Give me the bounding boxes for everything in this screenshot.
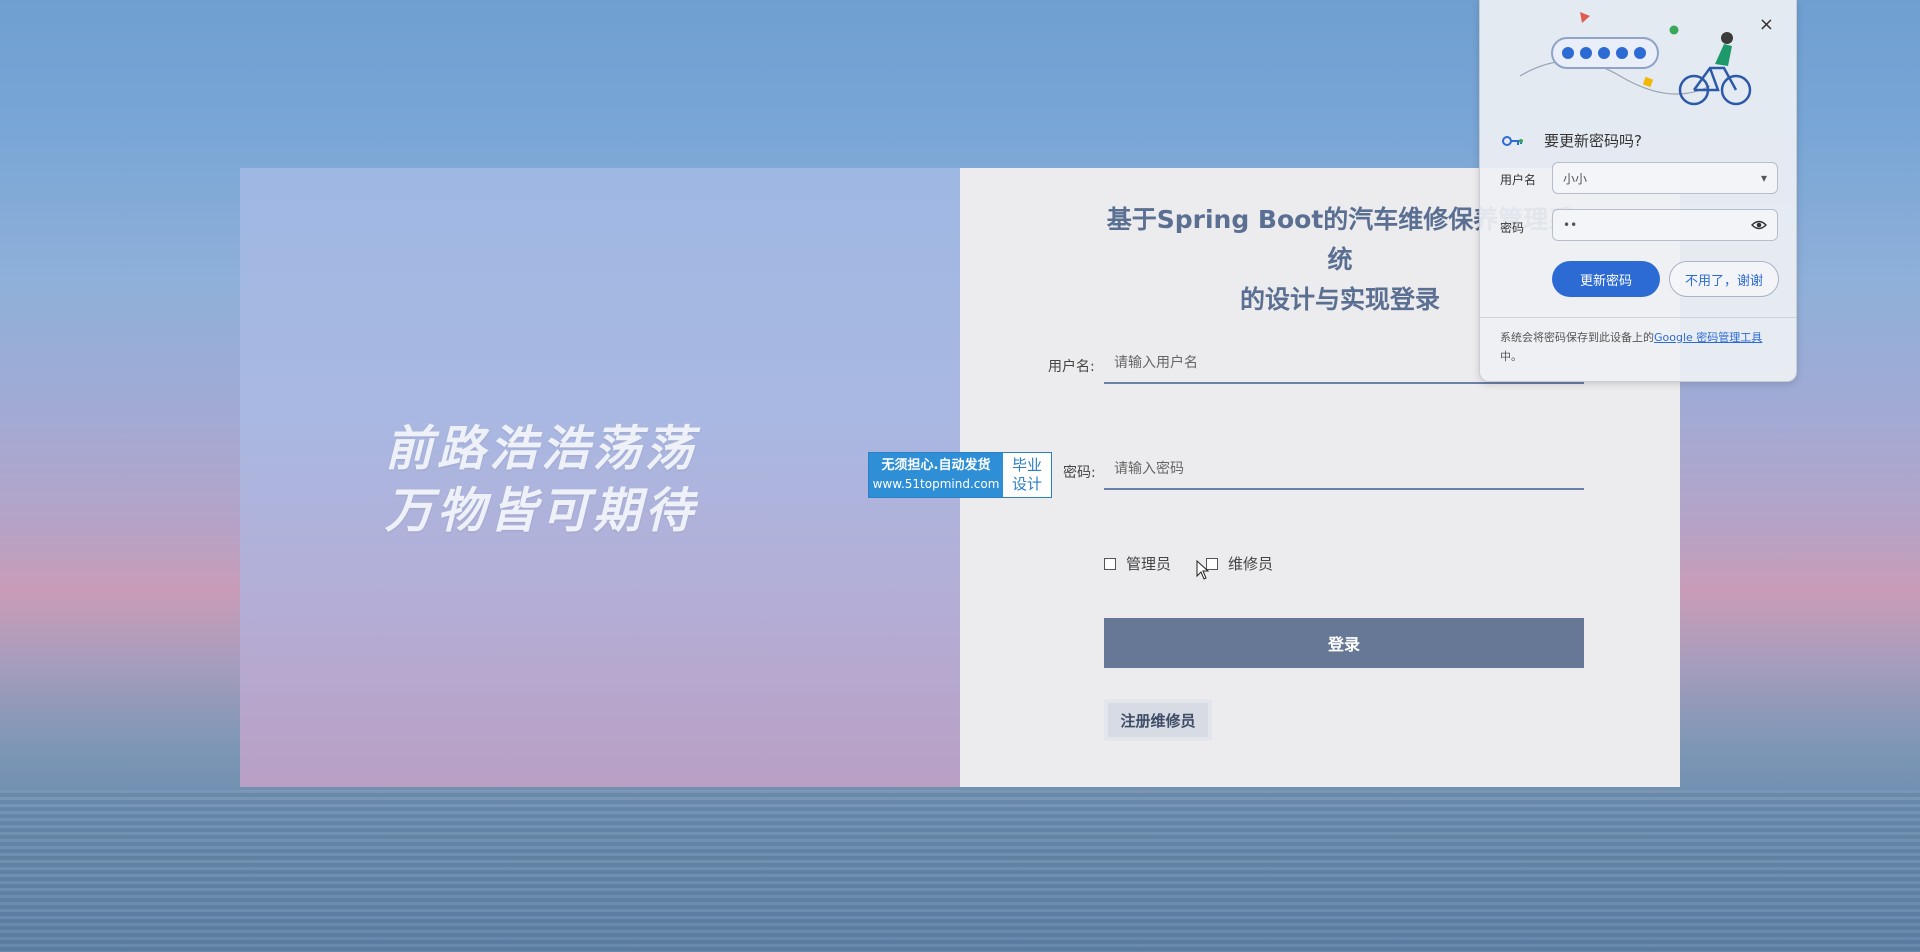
role-repairman-checkbox[interactable]: 维修员 (1206, 553, 1273, 574)
password-illustration-icon (1519, 12, 1752, 106)
slogan-text: 前路浩浩荡荡 万物皆可期待 (385, 418, 697, 542)
badge-right: 毕业 设计 (1003, 453, 1051, 497)
chevron-down-icon: ▾ (1760, 171, 1767, 185)
username-label: 用户名: (1048, 359, 1095, 375)
badge-left: 无须担心.自动发货 www.51topmind.com (869, 453, 1003, 497)
role-admin-label: 管理员 (1126, 555, 1172, 573)
popup-password-value: •• (1563, 218, 1578, 232)
badge-url: www.51topmind.com (872, 477, 1000, 491)
sea-background (0, 790, 1920, 952)
role-admin-checkbox[interactable]: 管理员 (1104, 553, 1171, 574)
popup-username-select[interactable]: 小小 ▾ (1552, 162, 1778, 194)
popup-footer: 系统会将密码保存到此设备上的Google 密码管理工具中。 (1500, 328, 1780, 366)
popup-footer-text: 系统会将密码保存到此设备上的 (1500, 331, 1654, 344)
login-button[interactable]: 登录 (1104, 618, 1584, 668)
badge-right-line-1: 毕业 (1011, 456, 1042, 474)
popup-heading-text: 要更新密码吗? (1544, 132, 1642, 150)
slogan-panel: 前路浩浩荡荡 万物皆可期待 (240, 168, 960, 787)
slogan-line-2: 万物皆可期待 (385, 483, 698, 539)
password-update-popup: × 要更新密码吗? 用户名 小小 ▾ 密码 •• 更新密码 不用了，谢谢 系统会… (1479, 0, 1797, 382)
password-label: 密码: (1063, 465, 1096, 481)
popup-heading: 要更新密码吗? (1502, 130, 1642, 151)
badge-slogan: 无须担心.自动发货 (881, 458, 991, 473)
close-icon[interactable]: × (1759, 14, 1774, 35)
popup-username-label: 用户名 (1500, 173, 1537, 187)
popup-password-field[interactable]: •• (1552, 209, 1778, 241)
password-manager-link[interactable]: Google 密码管理工具 (1654, 331, 1762, 344)
popup-password-label: 密码 (1500, 221, 1525, 235)
key-icon (1502, 135, 1523, 146)
register-repairman-button[interactable]: 注册维修员 (1104, 699, 1212, 741)
update-password-button[interactable]: 更新密码 (1552, 261, 1660, 297)
eye-icon[interactable] (1751, 220, 1767, 230)
watermark-badge[interactable]: 无须担心.自动发货 www.51topmind.com 毕业 设计 (868, 452, 1052, 498)
role-repairman-label: 维修员 (1228, 555, 1274, 573)
badge-right-line-2: 设计 (1011, 475, 1042, 493)
popup-divider (1480, 317, 1796, 318)
popup-username-value: 小小 (1563, 171, 1588, 186)
slogan-line-1: 前路浩浩荡荡 (385, 421, 698, 477)
mouse-cursor-icon (1196, 560, 1210, 580)
password-input[interactable] (1104, 450, 1584, 490)
popup-footer-suffix: 中。 (1500, 350, 1522, 363)
no-thanks-button[interactable]: 不用了，谢谢 (1669, 261, 1779, 297)
checkbox-box[interactable] (1104, 557, 1116, 570)
